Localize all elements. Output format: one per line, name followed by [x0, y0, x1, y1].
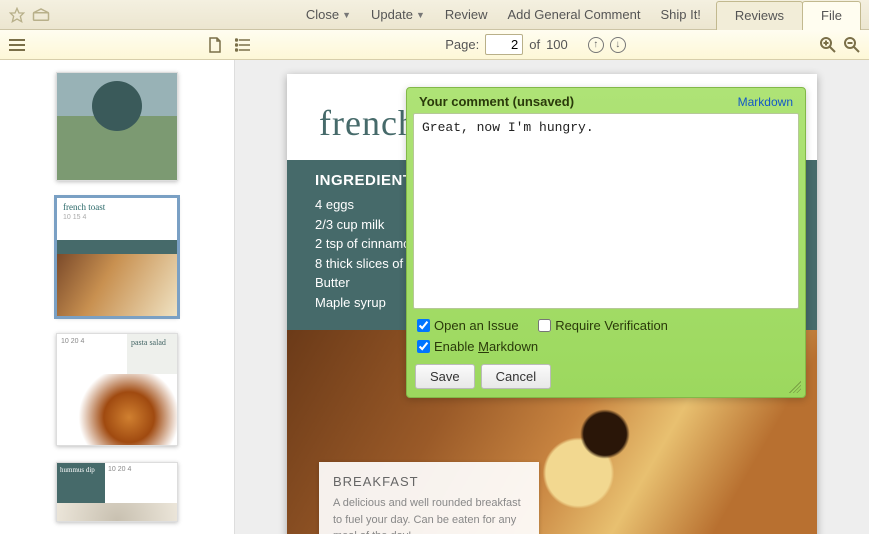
- prev-page-button[interactable]: ↑: [588, 37, 604, 53]
- comment-box: Your comment (unsaved) Markdown Open an …: [406, 87, 806, 398]
- tab-reviews[interactable]: Reviews: [716, 1, 803, 30]
- page-toolbar: Page: of 100 ↑ ↓: [0, 30, 869, 60]
- next-page-button[interactable]: ↓: [610, 37, 626, 53]
- update-menu[interactable]: Update ▼: [361, 3, 435, 26]
- archive-icon[interactable]: [32, 6, 50, 24]
- page-label: Page:: [445, 37, 479, 52]
- caret-down-icon: ▼: [342, 10, 351, 20]
- zoom-in-icon[interactable]: [819, 36, 837, 54]
- thumbnail-meta: 10 20 4: [57, 334, 127, 374]
- breakfast-card: BREAKFAST A delicious and well rounded b…: [319, 462, 539, 534]
- thumbnail-title: pasta salad: [127, 334, 177, 374]
- close-label: Close: [306, 7, 339, 22]
- thumbnail-4[interactable]: hummus dip 10 20 4: [56, 462, 178, 522]
- require-verification-option[interactable]: Require Verification: [538, 318, 668, 333]
- enable-markdown-pre: Enable: [434, 339, 478, 354]
- markdown-link[interactable]: Markdown: [738, 95, 793, 109]
- close-menu[interactable]: Close ▼: [296, 3, 361, 26]
- thumbnail-header: french toast 10 15 4: [57, 198, 177, 240]
- add-general-comment-button[interactable]: Add General Comment: [498, 3, 651, 26]
- enable-markdown-checkbox[interactable]: [417, 340, 430, 353]
- page-of-label: of: [529, 37, 540, 52]
- open-issue-option[interactable]: Open an Issue: [417, 318, 519, 333]
- ship-it-button[interactable]: Ship It!: [650, 3, 710, 26]
- tab-reviews-label: Reviews: [735, 8, 784, 23]
- view-tabs: Reviews File: [717, 0, 861, 30]
- list-view-icon[interactable]: [234, 36, 252, 54]
- thumbnail-meta: 10 20 4: [105, 463, 177, 503]
- review-button[interactable]: Review: [435, 3, 498, 26]
- comment-textarea[interactable]: [413, 113, 799, 309]
- require-verification-checkbox[interactable]: [538, 319, 551, 332]
- open-issue-checkbox[interactable]: [417, 319, 430, 332]
- hamburger-icon[interactable]: [8, 36, 26, 54]
- add-comment-label: Add General Comment: [508, 7, 641, 22]
- star-icon[interactable]: [8, 6, 26, 24]
- review-label: Review: [445, 7, 488, 22]
- card-heading: BREAKFAST: [333, 474, 525, 489]
- thumbnail-banner: [57, 240, 177, 254]
- thumbnail-image: [57, 374, 177, 446]
- thumbnail-image: [57, 73, 177, 181]
- thumbnail-title: hummus dip: [57, 463, 105, 503]
- single-page-icon[interactable]: [206, 36, 224, 54]
- thumbnail-sidebar[interactable]: french toast 10 15 4 10 20 4 pasta salad…: [0, 60, 235, 534]
- thumbnail-image: [57, 503, 177, 521]
- page-total: 100: [546, 37, 568, 52]
- zoom-out-icon[interactable]: [843, 36, 861, 54]
- save-button[interactable]: Save: [415, 364, 475, 389]
- thumbnail-meta: 10 15 4: [63, 214, 171, 221]
- thumbnail-image: [57, 254, 177, 316]
- thumbnail-3[interactable]: 10 20 4 pasta salad: [56, 333, 178, 446]
- enable-markdown-option[interactable]: Enable Markdown: [417, 339, 538, 354]
- comment-title: Your comment (unsaved): [419, 94, 574, 109]
- card-body: A delicious and well rounded breakfast t…: [333, 495, 525, 534]
- enable-markdown-accel: M: [478, 339, 489, 354]
- tab-file[interactable]: File: [802, 1, 861, 30]
- page-number-input[interactable]: [485, 34, 523, 55]
- cancel-button[interactable]: Cancel: [481, 364, 551, 389]
- top-toolbar: Close ▼ Update ▼ Review Add General Comm…: [0, 0, 869, 30]
- thumbnail-title: french toast: [63, 202, 171, 212]
- thumbnail-1[interactable]: [56, 72, 178, 181]
- update-label: Update: [371, 7, 413, 22]
- require-verification-label: Require Verification: [555, 318, 668, 333]
- ship-it-label: Ship It!: [660, 7, 700, 22]
- enable-markdown-post: arkdown: [489, 339, 538, 354]
- open-issue-label: Open an Issue: [434, 318, 519, 333]
- thumbnail-2[interactable]: french toast 10 15 4: [56, 197, 178, 316]
- caret-down-icon: ▼: [416, 10, 425, 20]
- resize-grip-icon[interactable]: [789, 381, 801, 393]
- tab-file-label: File: [821, 8, 842, 23]
